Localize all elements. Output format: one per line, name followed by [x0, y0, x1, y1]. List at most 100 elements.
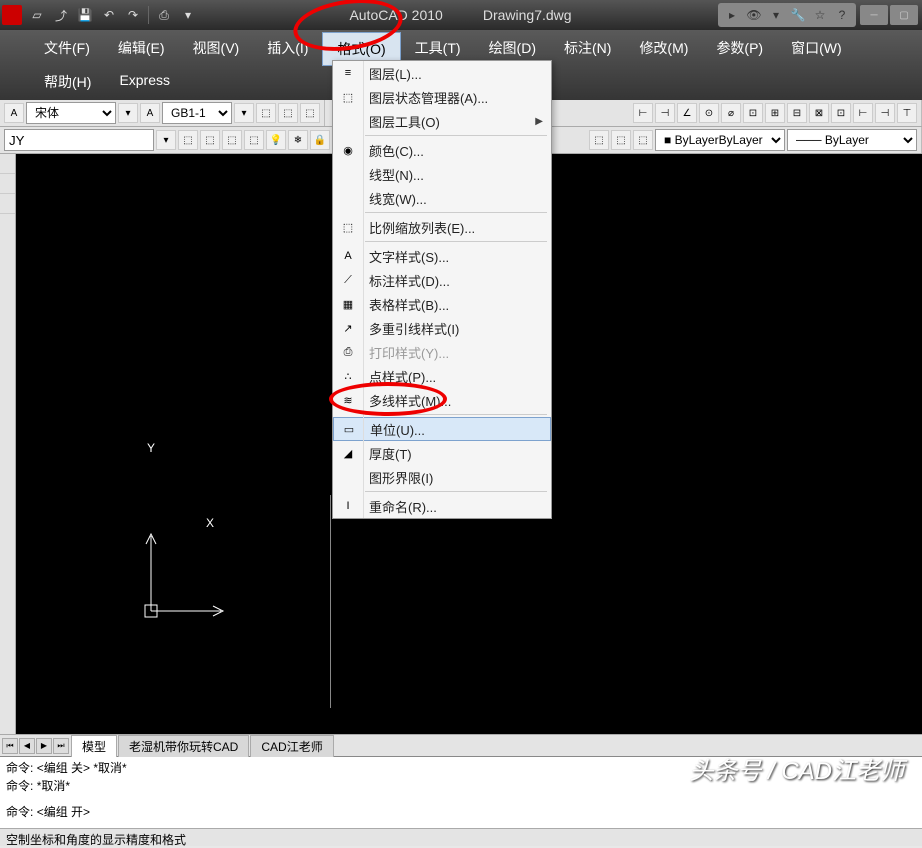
l2-icon[interactable]: ⬚	[200, 130, 220, 150]
menu-item-p[interactable]: ∴点样式(P)...	[333, 364, 551, 388]
menu-view[interactable]: 视图(V)	[179, 32, 254, 66]
menu-item-i[interactable]: 图形界限(I)	[333, 465, 551, 489]
command-area[interactable]: 命令: <编组 关> *取消* 命令: *取消* 命令: <编组 开>	[0, 756, 922, 828]
menu-item-a[interactable]: ⬚图层状态管理器(A)...	[333, 85, 551, 109]
menu-parametric[interactable]: 参数(P)	[702, 32, 777, 66]
arrow-icon[interactable]: ▸	[722, 5, 742, 25]
dim1-icon[interactable]: ⊢	[633, 103, 653, 123]
dim12-icon[interactable]: ⊣	[875, 103, 895, 123]
menu-item-l[interactable]: ≡图层(L)...	[333, 61, 551, 85]
binoculars-icon[interactable]: 👁	[744, 5, 764, 25]
layers-icon: ≡	[337, 64, 359, 82]
menu-item-o[interactable]: 图层工具(O)▶	[333, 109, 551, 133]
dim11-icon[interactable]: ⊢	[853, 103, 873, 123]
star-icon[interactable]: ☆	[810, 5, 830, 25]
menu-item-r[interactable]: I重命名(R)...	[333, 494, 551, 518]
menu-item-i[interactable]: ↗多重引线样式(I)	[333, 316, 551, 340]
l7-icon[interactable]: 🔒	[310, 130, 330, 150]
tab-model[interactable]: 模型	[71, 735, 117, 757]
new-icon[interactable]: ▱	[26, 4, 48, 26]
doc-name: Drawing7.dwg	[483, 7, 572, 23]
menu-help[interactable]: 帮助(H)	[30, 66, 105, 98]
p1-icon[interactable]: ⬚	[589, 130, 609, 150]
open-icon[interactable]: ⤴	[50, 4, 72, 26]
rename-icon: I	[337, 497, 359, 515]
help-icon[interactable]: ?	[832, 5, 852, 25]
color-wheel-icon: ◉	[337, 141, 359, 159]
dim7-icon[interactable]: ⊞	[765, 103, 785, 123]
menu-item-e[interactable]: ⬚比例缩放列表(E)...	[333, 215, 551, 239]
tb2-icon[interactable]: ⬚	[256, 103, 276, 123]
font-select[interactable]: 宋体	[26, 102, 116, 124]
app-logo-icon[interactable]	[2, 5, 22, 25]
vt1[interactable]	[0, 154, 15, 174]
menu-express[interactable]: Express	[105, 66, 184, 98]
text-tool-icon[interactable]: A	[4, 103, 24, 123]
menu-item-label: 线型(N)...	[369, 165, 543, 184]
dim9-icon[interactable]: ⊠	[809, 103, 829, 123]
l5-icon[interactable]: 💡	[266, 130, 286, 150]
color-select[interactable]: ■ ByLayerByLayer	[655, 129, 785, 151]
menu-item-t[interactable]: ◢厚度(T)	[333, 441, 551, 465]
p2-icon[interactable]: ⬚	[611, 130, 631, 150]
l4-icon[interactable]: ⬚	[244, 130, 264, 150]
menu-edit[interactable]: 编辑(E)	[104, 32, 179, 66]
tool-a-icon[interactable]: ▾	[118, 103, 138, 123]
menu-item-w[interactable]: 线宽(W)...	[333, 186, 551, 210]
dim4-icon[interactable]: ⊙	[699, 103, 719, 123]
vt3[interactable]	[0, 194, 15, 214]
linetype-select[interactable]: ─── ByLayer	[787, 129, 917, 151]
tab-last-icon[interactable]: ⏭	[53, 738, 69, 754]
tab-layout-2[interactable]: CAD江老师	[250, 735, 333, 757]
tab-next-icon[interactable]: ▶	[36, 738, 52, 754]
infocenter: ▸ 👁 ▾ 🔧 ☆ ?	[718, 3, 856, 27]
menu-item-u[interactable]: ▭单位(U)...	[333, 417, 551, 441]
format-dropdown: ≡图层(L)...⬚图层状态管理器(A)...图层工具(O)▶ ◉颜色(C)...…	[332, 60, 552, 519]
maximize-button[interactable]: ▢	[890, 5, 918, 25]
tb4-icon[interactable]: ⬚	[300, 103, 320, 123]
print-icon[interactable]: ⎙	[153, 4, 175, 26]
menu-item-d[interactable]: ⟋标注样式(D)...	[333, 268, 551, 292]
blank-icon	[337, 468, 359, 486]
key-icon[interactable]: ▾	[766, 5, 786, 25]
key2-icon[interactable]: 🔧	[788, 5, 808, 25]
menu-dimension[interactable]: 标注(N)	[550, 32, 625, 66]
layer-drop-icon[interactable]: ▾	[156, 130, 176, 150]
menu-item-y[interactable]: ⎙打印样式(Y)...	[333, 340, 551, 364]
dim8-icon[interactable]: ⊟	[787, 103, 807, 123]
save-icon[interactable]: 💾	[74, 4, 96, 26]
l6-icon[interactable]: ❄	[288, 130, 308, 150]
menu-item-s[interactable]: A文字样式(S)...	[333, 244, 551, 268]
p3-icon[interactable]: ⬚	[633, 130, 653, 150]
tab-layout-1[interactable]: 老湿机带你玩转CAD	[118, 735, 249, 757]
tb1-icon[interactable]: ▾	[234, 103, 254, 123]
dim5-icon[interactable]: ⌀	[721, 103, 741, 123]
layer-input[interactable]	[4, 129, 154, 151]
vt2[interactable]	[0, 174, 15, 194]
undo-icon[interactable]: ↶	[98, 4, 120, 26]
menu-item-n[interactable]: 线型(N)...	[333, 162, 551, 186]
dropdown-icon[interactable]: ▾	[177, 4, 199, 26]
menu-item-b[interactable]: ▦表格样式(B)...	[333, 292, 551, 316]
menu-item-c[interactable]: ◉颜色(C)...	[333, 138, 551, 162]
l3-icon[interactable]: ⬚	[222, 130, 242, 150]
gb-select[interactable]: GB1-1	[162, 102, 232, 124]
dim3-icon[interactable]: ∠	[677, 103, 697, 123]
tb3-icon[interactable]: ⬚	[278, 103, 298, 123]
menu-file[interactable]: 文件(F)	[30, 32, 104, 66]
dim2-icon[interactable]: ⊣	[655, 103, 675, 123]
minimize-button[interactable]: ─	[860, 5, 888, 25]
l1-icon[interactable]: ⬚	[178, 130, 198, 150]
menu-window[interactable]: 窗口(W)	[777, 32, 856, 66]
menu-insert[interactable]: 插入(I)	[253, 32, 322, 66]
menu-item-label: 比例缩放列表(E)...	[369, 218, 543, 237]
tab-prev-icon[interactable]: ◀	[19, 738, 35, 754]
menu-modify[interactable]: 修改(M)	[625, 32, 702, 66]
dim10-icon[interactable]: ⊡	[831, 103, 851, 123]
menu-item-m[interactable]: ≋多线样式(M)...	[333, 388, 551, 412]
redo-icon[interactable]: ↷	[122, 4, 144, 26]
text-color-icon[interactable]: A	[140, 103, 160, 123]
dim13-icon[interactable]: ⊤	[897, 103, 917, 123]
dim6-icon[interactable]: ⊡	[743, 103, 763, 123]
tab-first-icon[interactable]: ⏮	[2, 738, 18, 754]
